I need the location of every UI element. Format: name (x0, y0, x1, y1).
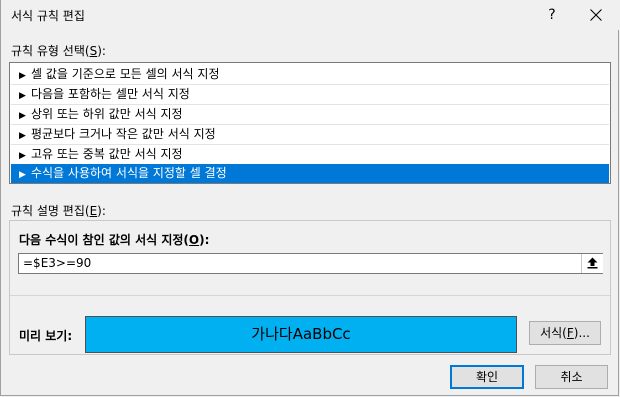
help-button[interactable]: ? (541, 4, 563, 26)
upload-arrow-icon (587, 257, 598, 269)
close-icon (590, 9, 602, 21)
rule-type-item[interactable]: ▶ 평균보다 크거나 작은 값만 서식 지정 (11, 125, 609, 144)
format-button[interactable]: 서식(F)... (529, 321, 601, 345)
collapse-dialog-button[interactable] (581, 254, 603, 273)
rule-type-item[interactable]: ▶ 다음을 포함하는 셀만 서식 지정 (11, 85, 609, 104)
title-bar: 서식 규칙 편집 ? (1, 0, 620, 30)
rule-type-list[interactable]: ▶ 셀 값을 기준으로 모든 셀의 서식 지정 ▶ 다음을 포함하는 셀만 서식 지… (9, 62, 611, 184)
cancel-button[interactable]: 취소 (535, 365, 608, 389)
formula-input[interactable]: =$E3>=90 (18, 253, 603, 274)
close-button[interactable] (583, 3, 609, 27)
rule-type-item[interactable]: ▶ 셀 값을 기준으로 모든 셀의 서식 지정 (11, 65, 609, 84)
triangle-right-icon: ▶ (19, 170, 26, 180)
edit-formatting-rule-dialog: 서식 규칙 편집 ? 규칙 유형 선택(S): ▶ 셀 값을 기준으로 모든 셀의… (0, 0, 620, 396)
rule-description-label: 규칙 설명 편집(E): (11, 204, 106, 218)
preview-sample: 가나다AaBbCc (85, 316, 517, 353)
divider (10, 295, 610, 296)
window-title: 서식 규칙 편집 (11, 9, 85, 23)
rule-type-label: 규칙 유형 선택(S): (11, 44, 106, 58)
ok-button[interactable]: 확인 (450, 365, 524, 389)
rule-type-item-selected[interactable]: ▶ 수식을 사용하여 서식을 지정할 셀 결정 (11, 164, 609, 183)
rule-type-item[interactable]: ▶ 고유 또는 중복 값만 서식 지정 (11, 145, 609, 164)
preview-label: 미리 보기: (19, 329, 73, 343)
rule-type-item[interactable]: ▶ 상위 또는 하위 값만 서식 지정 (11, 105, 609, 124)
formula-label: 다음 수식이 참인 값의 서식 지정(O): (19, 233, 210, 247)
